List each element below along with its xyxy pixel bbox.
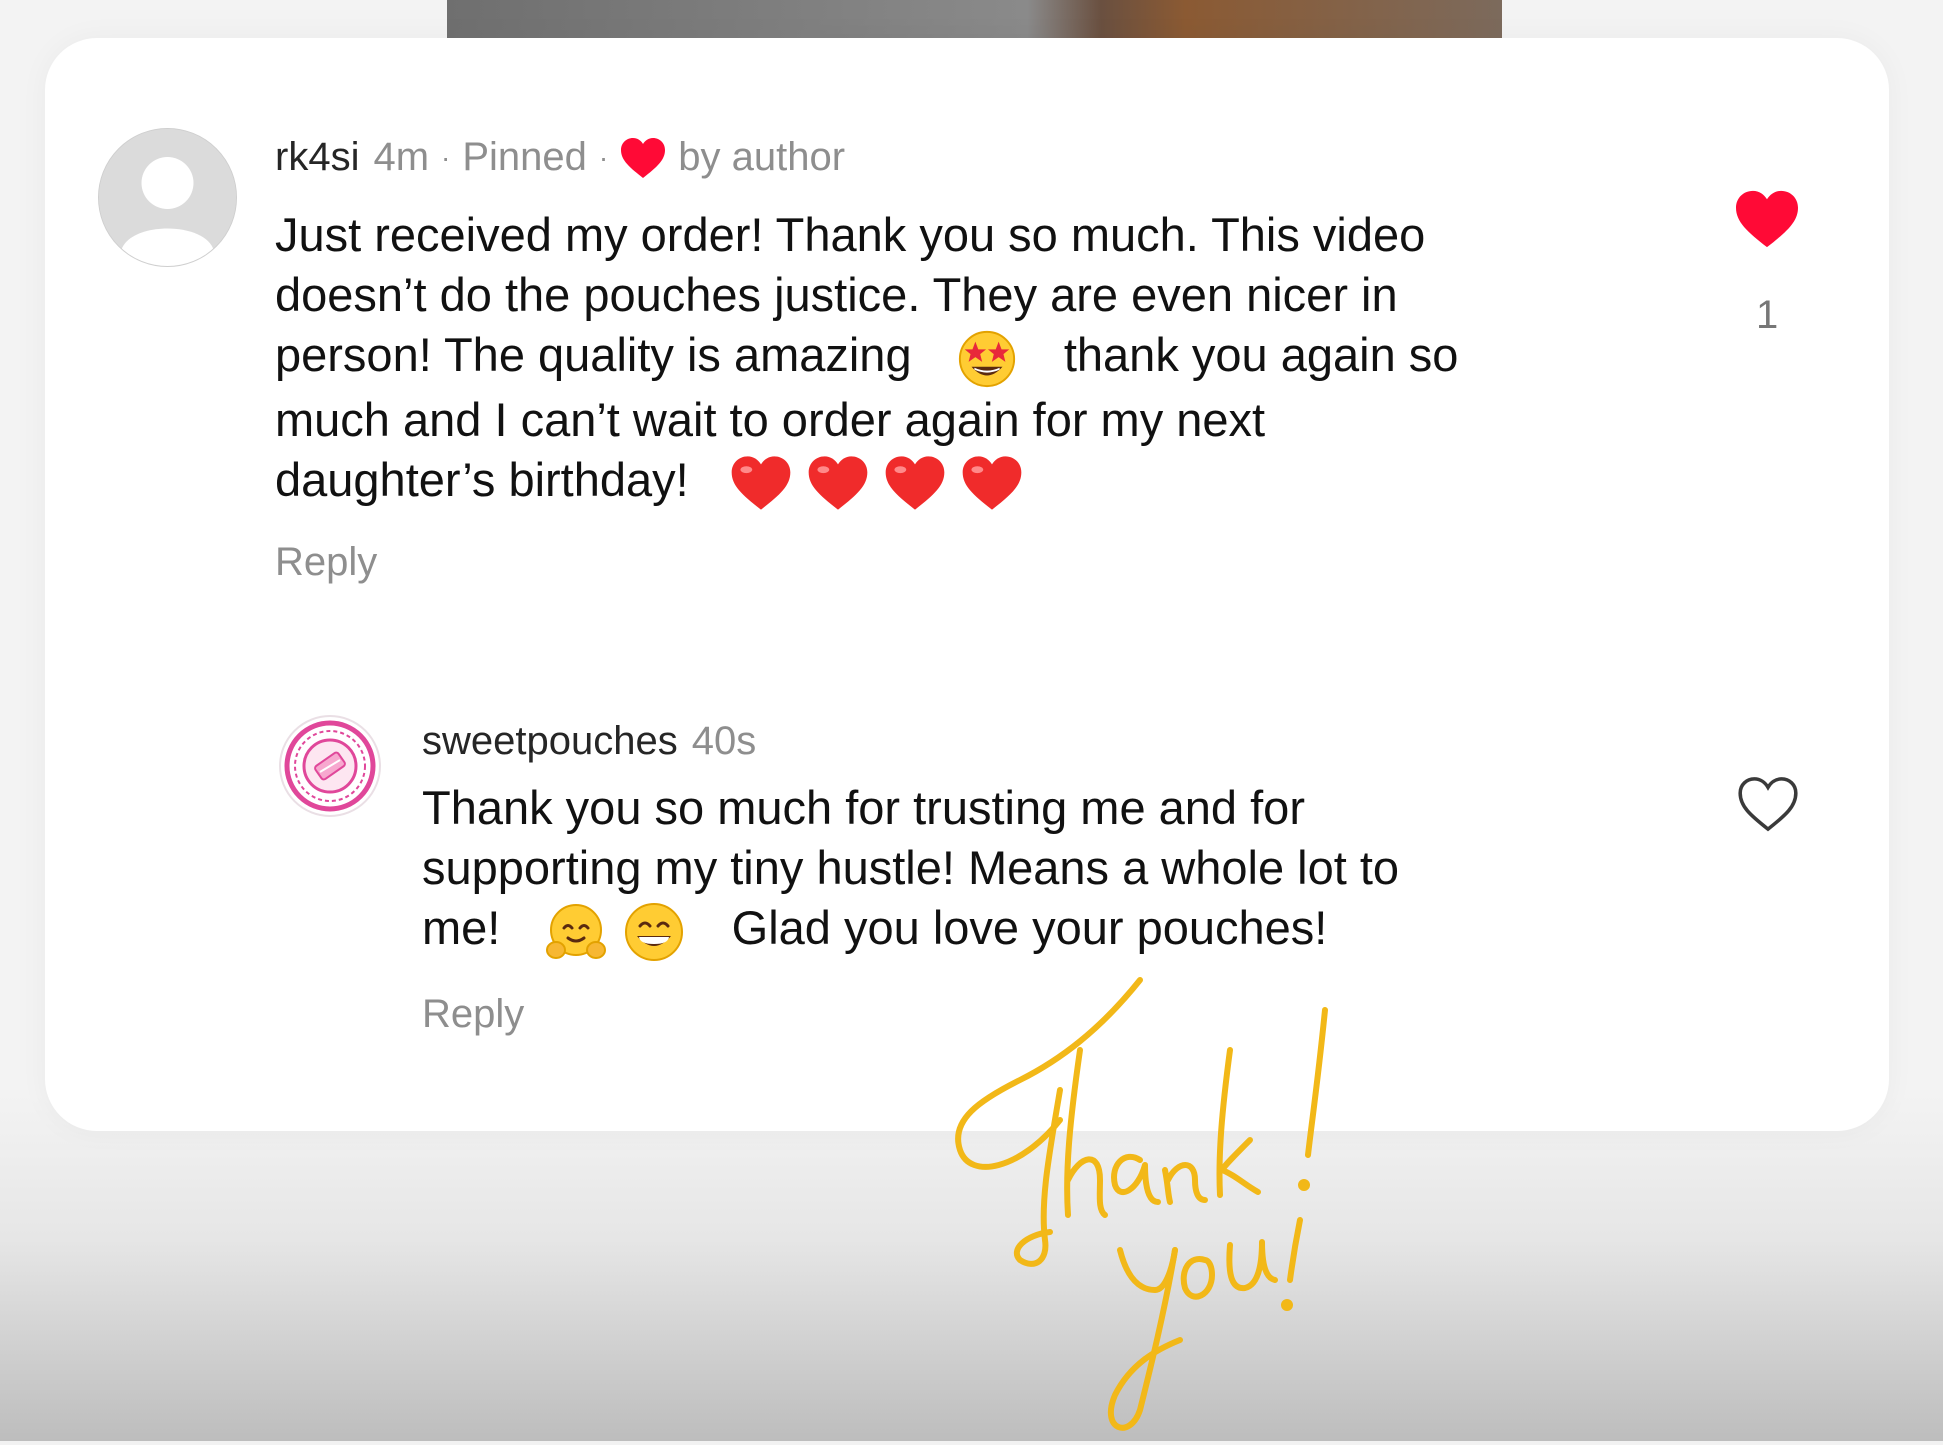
reply-button[interactable]: Reply (422, 992, 524, 1037)
comment-body-sweetpouches: Thank you so much for trusting me and fo… (422, 778, 1742, 964)
username-sweetpouches[interactable]: sweetpouches (422, 719, 678, 764)
pinned-label: Pinned (462, 135, 587, 179)
comment-time: 4m (373, 135, 430, 179)
comment-time: 40s (691, 719, 757, 763)
like-count: 1 (1756, 293, 1779, 337)
red-heart-emoji-icon (962, 456, 1022, 510)
comment-text-segment: Glad you love your pouches! (731, 901, 1328, 954)
red-heart-emoji-icon (808, 456, 868, 510)
heart-filled-icon (1736, 190, 1798, 248)
hugging-face-emoji-icon (546, 903, 607, 959)
thank-you-signature-sticker (940, 970, 1360, 1445)
thank-you-handwriting-graphic (955, 977, 1328, 1431)
beaming-face-emoji-icon (624, 902, 683, 961)
star-struck-emoji-icon (958, 330, 1015, 387)
comment-text-segment: daughter’s birthday! (275, 452, 689, 506)
comment-text-line: Thank you so much for trusting me and fo… (422, 781, 1305, 834)
separator-dot: · (598, 141, 609, 173)
like-button[interactable] (1735, 774, 1801, 839)
separator-dot: · (441, 141, 451, 173)
comment-text-line: doesn’t do the pouches justice. They are… (275, 268, 1398, 321)
sweetpouches-logo-icon (279, 715, 381, 817)
comment-text-line: person! The quality is amazing thank you… (275, 325, 1695, 390)
comment-text-line: supporting my tiny hustle! Means a whole… (422, 841, 1400, 894)
video-preview-strip (447, 0, 1502, 42)
comment-text-segment: person! The quality is amazing (275, 328, 912, 381)
heart-by-author-icon (621, 137, 666, 178)
comment-meta-sweetpouches: sweetpouches 40s (422, 719, 756, 764)
default-avatar-icon (99, 129, 236, 266)
comment-text-segment: thank you again so (1063, 328, 1459, 381)
comment-text-line: me! Glad you love your pouches! (422, 898, 1742, 964)
comment-text-line: much and I can’t wait to order again for… (275, 392, 1266, 446)
comment-text-segment: me! (422, 901, 501, 954)
heart-outline-icon (1738, 777, 1798, 832)
comment-text-line: daughter’s birthday! (275, 450, 1695, 514)
comment-meta-rk4si: rk4si 4m · Pinned · by author (275, 135, 845, 180)
red-heart-emoji-icon (885, 456, 945, 510)
red-heart-emoji-icon (731, 456, 791, 510)
liked-by-author-label: by author (678, 135, 846, 179)
avatar-sweetpouches[interactable] (278, 714, 382, 818)
comment-text-line: Just received my order! Thank you so muc… (275, 208, 1426, 261)
username-rk4si[interactable]: rk4si (275, 135, 359, 180)
like-button[interactable] (1732, 188, 1802, 255)
avatar-rk4si[interactable] (98, 128, 237, 267)
comment-body-rk4si: Just received my order! Thank you so muc… (275, 205, 1695, 513)
reply-button[interactable]: Reply (275, 540, 377, 585)
